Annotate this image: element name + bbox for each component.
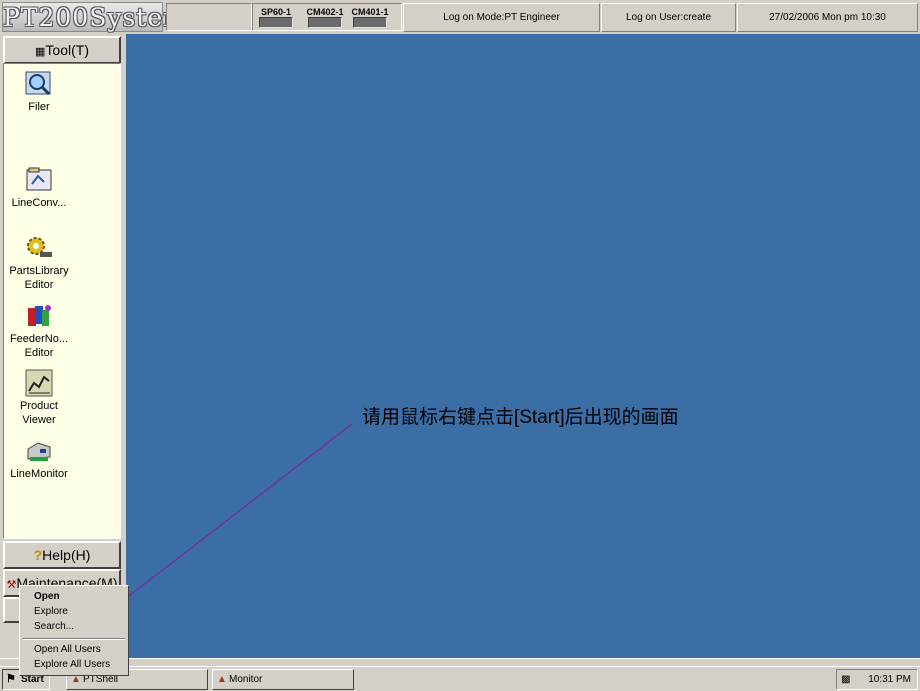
menu-open-all-users[interactable]: Open All Users xyxy=(34,643,101,657)
menu-separator xyxy=(23,638,125,640)
taskbar: ⚑ Start ▲ PTShell ▲ Monitor ▩ 10:31 PM xyxy=(0,666,920,691)
tray-network-icon[interactable]: ▩ xyxy=(841,670,850,689)
menu-open[interactable]: Open xyxy=(34,590,60,604)
start-icon: ⚑ xyxy=(6,673,16,685)
system-tray: ▩ 10:31 PM xyxy=(836,669,918,690)
menu-explore[interactable]: Explore xyxy=(34,605,68,619)
menu-explore-all-users[interactable]: Explore All Users xyxy=(34,658,110,672)
taskbar-monitor[interactable]: ▲ Monitor xyxy=(212,669,354,690)
clock[interactable]: 10:31 PM xyxy=(868,674,911,685)
monitor-icon: ▲ xyxy=(217,674,227,685)
start-context-menu: Open Explore Search... Open All Users Ex… xyxy=(19,585,129,676)
menu-search[interactable]: Search... xyxy=(34,620,74,634)
annotation-arrow xyxy=(19,423,353,681)
